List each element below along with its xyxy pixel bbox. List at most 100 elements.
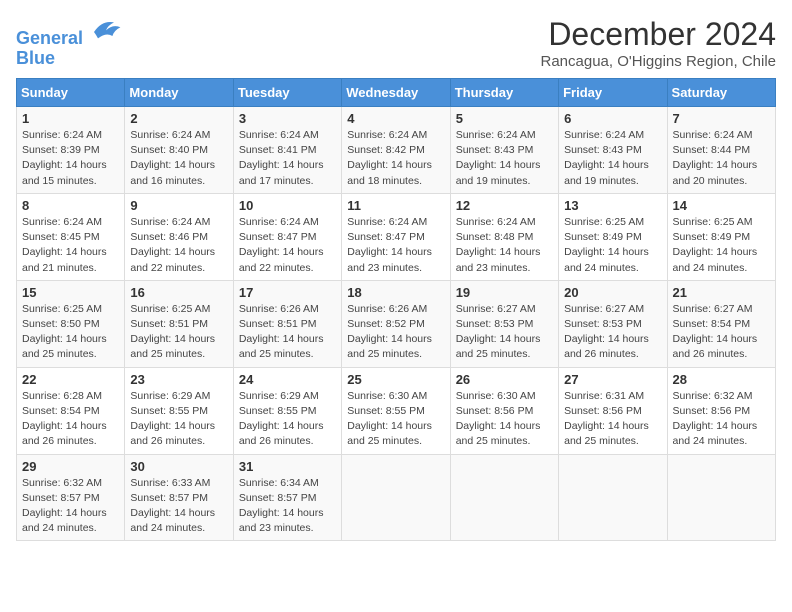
day-number: 7 [673, 111, 770, 126]
day-info: Sunrise: 6:24 AMSunset: 8:42 PMDaylight:… [347, 128, 444, 189]
calendar-cell: 22Sunrise: 6:28 AMSunset: 8:54 PMDayligh… [17, 367, 125, 454]
day-number: 5 [456, 111, 553, 126]
calendar-cell: 19Sunrise: 6:27 AMSunset: 8:53 PMDayligh… [450, 280, 558, 367]
day-number: 12 [456, 198, 553, 213]
calendar-cell: 13 Sunrise: 6:25 AMSunset: 8:49 PMDayligh… [559, 193, 667, 280]
calendar-cell: 25 Sunrise: 6:30 AMSunset: 8:55 PMDayligh… [342, 367, 450, 454]
day-number: 1 [22, 111, 119, 126]
calendar-cell: 31 Sunrise: 6:34 AMSunset: 8:57 PMDayligh… [233, 454, 341, 541]
day-info: Sunrise: 6:34 AMSunset: 8:57 PMDaylight:… [239, 476, 336, 537]
day-number: 25 [347, 372, 444, 387]
logo: General Blue [16, 16, 122, 69]
day-number: 26 [456, 372, 553, 387]
day-number: 10 [239, 198, 336, 213]
day-number: 21 [673, 285, 770, 300]
calendar-cell: 4 Sunrise: 6:24 AMSunset: 8:42 PMDaylight… [342, 107, 450, 194]
calendar-cell: 10Sunrise: 6:24 AMSunset: 8:47 PMDayligh… [233, 193, 341, 280]
calendar-cell: 12 Sunrise: 6:24 AMSunset: 8:48 PMDayligh… [450, 193, 558, 280]
weekday-header: Monday [125, 79, 233, 107]
calendar-cell: 18 Sunrise: 6:26 AMSunset: 8:52 PMDayligh… [342, 280, 450, 367]
day-number: 29 [22, 459, 119, 474]
calendar-cell: 16Sunrise: 6:25 AMSunset: 8:51 PMDayligh… [125, 280, 233, 367]
day-info: Sunrise: 6:27 AMSunset: 8:53 PMDaylight:… [564, 302, 661, 363]
day-info: Sunrise: 6:32 AMSunset: 8:57 PMDaylight:… [22, 476, 119, 537]
day-info: Sunrise: 6:32 AMSunset: 8:56 PMDaylight:… [673, 389, 770, 450]
day-number: 30 [130, 459, 227, 474]
day-number: 23 [130, 372, 227, 387]
day-number: 20 [564, 285, 661, 300]
calendar-table: SundayMondayTuesdayWednesdayThursdayFrid… [16, 78, 776, 541]
day-info: Sunrise: 6:27 AMSunset: 8:53 PMDaylight:… [456, 302, 553, 363]
calendar-body: 1Sunrise: 6:24 AMSunset: 8:39 PMDaylight… [17, 107, 776, 541]
calendar-cell: 6Sunrise: 6:24 AMSunset: 8:43 PMDaylight… [559, 107, 667, 194]
day-number: 3 [239, 111, 336, 126]
calendar-cell: 15Sunrise: 6:25 AMSunset: 8:50 PMDayligh… [17, 280, 125, 367]
calendar-cell: 17Sunrise: 6:26 AMSunset: 8:51 PMDayligh… [233, 280, 341, 367]
calendar-cell: 30 Sunrise: 6:33 AMSunset: 8:57 PMDayligh… [125, 454, 233, 541]
location-subtitle: Rancagua, O'Higgins Region, Chile [541, 53, 777, 70]
calendar-week-row: 15Sunrise: 6:25 AMSunset: 8:50 PMDayligh… [17, 280, 776, 367]
day-number: 28 [673, 372, 770, 387]
calendar-cell: 14 Sunrise: 6:25 AMSunset: 8:49 PMDayligh… [667, 193, 775, 280]
day-info: Sunrise: 6:25 AMSunset: 8:49 PMDaylight:… [673, 215, 770, 276]
day-number: 4 [347, 111, 444, 126]
calendar-cell: 11 Sunrise: 6:24 AMSunset: 8:47 PMDayligh… [342, 193, 450, 280]
day-info: Sunrise: 6:24 AMSunset: 8:40 PMDaylight:… [130, 128, 227, 189]
calendar-cell [450, 454, 558, 541]
day-info: Sunrise: 6:33 AMSunset: 8:57 PMDaylight:… [130, 476, 227, 537]
calendar-cell [667, 454, 775, 541]
calendar-week-row: 29 Sunrise: 6:32 AMSunset: 8:57 PMDayligh… [17, 454, 776, 541]
day-info: Sunrise: 6:29 AMSunset: 8:55 PMDaylight:… [130, 389, 227, 450]
day-info: Sunrise: 6:24 AMSunset: 8:47 PMDaylight:… [347, 215, 444, 276]
title-section: December 2024 Rancagua, O'Higgins Region… [541, 16, 777, 70]
day-number: 13 [564, 198, 661, 213]
day-info: Sunrise: 6:24 AMSunset: 8:43 PMDaylight:… [564, 128, 661, 189]
day-number: 31 [239, 459, 336, 474]
day-info: Sunrise: 6:26 AMSunset: 8:52 PMDaylight:… [347, 302, 444, 363]
day-info: Sunrise: 6:24 AMSunset: 8:48 PMDaylight:… [456, 215, 553, 276]
weekday-header: Sunday [17, 79, 125, 107]
weekday-header: Wednesday [342, 79, 450, 107]
day-info: Sunrise: 6:24 AMSunset: 8:44 PMDaylight:… [673, 128, 770, 189]
day-number: 9 [130, 198, 227, 213]
day-number: 8 [22, 198, 119, 213]
logo-text: General [16, 16, 122, 49]
calendar-cell: 24Sunrise: 6:29 AMSunset: 8:55 PMDayligh… [233, 367, 341, 454]
day-info: Sunrise: 6:30 AMSunset: 8:56 PMDaylight:… [456, 389, 553, 450]
day-number: 18 [347, 285, 444, 300]
day-number: 22 [22, 372, 119, 387]
calendar-week-row: 8 Sunrise: 6:24 AMSunset: 8:45 PMDaylight… [17, 193, 776, 280]
day-info: Sunrise: 6:24 AMSunset: 8:45 PMDaylight:… [22, 215, 119, 276]
day-number: 15 [22, 285, 119, 300]
calendar-cell: 8 Sunrise: 6:24 AMSunset: 8:45 PMDaylight… [17, 193, 125, 280]
day-number: 14 [673, 198, 770, 213]
calendar-week-row: 1Sunrise: 6:24 AMSunset: 8:39 PMDaylight… [17, 107, 776, 194]
weekday-header-row: SundayMondayTuesdayWednesdayThursdayFrid… [17, 79, 776, 107]
calendar-cell: 1Sunrise: 6:24 AMSunset: 8:39 PMDaylight… [17, 107, 125, 194]
day-number: 11 [347, 198, 444, 213]
weekday-header: Tuesday [233, 79, 341, 107]
day-number: 24 [239, 372, 336, 387]
day-number: 27 [564, 372, 661, 387]
day-info: Sunrise: 6:31 AMSunset: 8:56 PMDaylight:… [564, 389, 661, 450]
calendar-cell: 20 Sunrise: 6:27 AMSunset: 8:53 PMDayligh… [559, 280, 667, 367]
day-info: Sunrise: 6:24 AMSunset: 8:43 PMDaylight:… [456, 128, 553, 189]
day-info: Sunrise: 6:25 AMSunset: 8:49 PMDaylight:… [564, 215, 661, 276]
logo-text-blue: Blue [16, 49, 122, 69]
weekday-header: Friday [559, 79, 667, 107]
calendar-cell: 29 Sunrise: 6:32 AMSunset: 8:57 PMDayligh… [17, 454, 125, 541]
day-number: 17 [239, 285, 336, 300]
day-info: Sunrise: 6:30 AMSunset: 8:55 PMDaylight:… [347, 389, 444, 450]
day-info: Sunrise: 6:25 AMSunset: 8:51 PMDaylight:… [130, 302, 227, 363]
calendar-cell: 3Sunrise: 6:24 AMSunset: 8:41 PMDaylight… [233, 107, 341, 194]
calendar-cell: 23 Sunrise: 6:29 AMSunset: 8:55 PMDayligh… [125, 367, 233, 454]
page-header: General Blue December 2024 Rancagua, O'H… [16, 16, 776, 70]
calendar-header: SundayMondayTuesdayWednesdayThursdayFrid… [17, 79, 776, 107]
calendar-cell [559, 454, 667, 541]
calendar-cell: 7 Sunrise: 6:24 AMSunset: 8:44 PMDaylight… [667, 107, 775, 194]
calendar-cell: 27 Sunrise: 6:31 AMSunset: 8:56 PMDayligh… [559, 367, 667, 454]
calendar-cell: 21 Sunrise: 6:27 AMSunset: 8:54 PMDayligh… [667, 280, 775, 367]
day-info: Sunrise: 6:27 AMSunset: 8:54 PMDaylight:… [673, 302, 770, 363]
month-title: December 2024 [541, 16, 777, 53]
day-info: Sunrise: 6:24 AMSunset: 8:46 PMDaylight:… [130, 215, 227, 276]
